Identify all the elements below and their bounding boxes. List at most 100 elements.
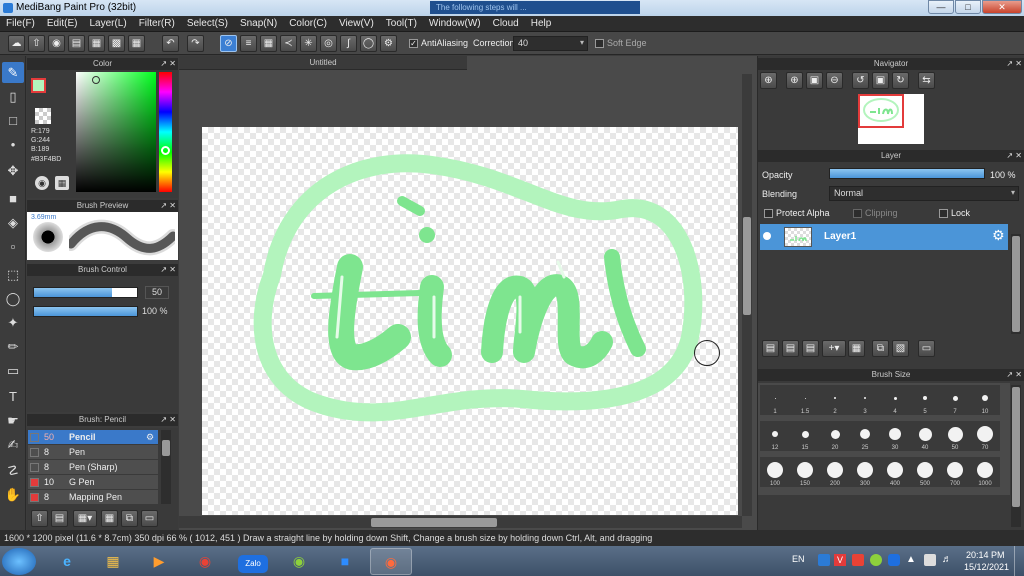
- new-folder-icon[interactable]: ▦: [848, 340, 865, 357]
- horizontal-scroll-thumb[interactable]: [371, 518, 497, 527]
- brush-size-cell[interactable]: 70: [970, 421, 1000, 451]
- tray-antivirus-icon[interactable]: [852, 554, 864, 566]
- vanishing-point-snap-icon[interactable]: ≺: [280, 35, 297, 52]
- brush-size-cell[interactable]: 300: [850, 457, 880, 487]
- brush-size-cell[interactable]: 200: [820, 457, 850, 487]
- brush-item-pen-sharp[interactable]: 8 Pen (Sharp): [28, 460, 158, 474]
- circle-snap-icon[interactable]: ◯: [360, 35, 377, 52]
- undo-icon[interactable]: ↶: [162, 35, 179, 52]
- hue-slider[interactable]: [159, 72, 172, 192]
- hue-slider-handle[interactable]: [161, 146, 170, 155]
- panel-close-icon[interactable]: ↗ ✕: [160, 414, 176, 426]
- clock-time[interactable]: 20:14 PM: [966, 550, 1005, 560]
- brush-delete-icon[interactable]: ▭: [141, 510, 158, 527]
- merge-layer-icon[interactable]: ▧: [892, 340, 909, 357]
- lock-checkbox[interactable]: [939, 209, 948, 218]
- brush-menu-icon[interactable]: ▦▾: [73, 510, 97, 527]
- eye-icon[interactable]: [763, 232, 771, 240]
- brush-size-slider[interactable]: [33, 287, 138, 298]
- concentric-snap-icon[interactable]: ◎: [320, 35, 337, 52]
- network-icon[interactable]: ▲: [906, 554, 918, 566]
- brush-item-pencil[interactable]: 50 Pencil ⚙: [28, 430, 158, 444]
- panel-close-icon[interactable]: ↗ ✕: [160, 200, 176, 212]
- fit-window-icon[interactable]: ▣: [806, 72, 823, 89]
- brush-size-cell[interactable]: 15: [790, 421, 820, 451]
- softedge-checkbox[interactable]: [595, 39, 604, 48]
- brush-size-cell[interactable]: 1000: [970, 457, 1000, 487]
- page-icon[interactable]: ▦: [88, 35, 105, 52]
- tray-greenshot-icon[interactable]: [870, 554, 882, 566]
- background-window-tab[interactable]: The following steps will ...: [430, 1, 640, 14]
- lasso-tool-icon[interactable]: ◯: [2, 288, 24, 309]
- new-brush-icon[interactable]: ▤: [51, 510, 68, 527]
- brush-item-mapping-pen[interactable]: 8 Mapping Pen: [28, 490, 158, 504]
- menu-view[interactable]: View(V): [333, 16, 380, 31]
- navigator-thumbnail[interactable]: [858, 94, 924, 144]
- layer-menu-icon[interactable]: +▾: [822, 340, 846, 357]
- brush-size-cell[interactable]: 25: [850, 421, 880, 451]
- grid-icon[interactable]: ▦: [128, 35, 145, 52]
- select-pen-tool-icon[interactable]: ✏: [2, 336, 24, 357]
- brush-folder-icon[interactable]: ▦: [101, 510, 118, 527]
- brush-size-cell[interactable]: 1: [760, 385, 790, 415]
- move-tool-icon[interactable]: ✥: [2, 160, 24, 181]
- dot-tool-icon[interactable]: •: [2, 134, 24, 155]
- parallel-snap-icon[interactable]: ≡: [240, 35, 257, 52]
- menu-filter[interactable]: Filter(R): [133, 16, 181, 31]
- hand-tool-icon[interactable]: ✋: [2, 484, 24, 505]
- blending-select[interactable]: Normal ▾: [829, 186, 1019, 201]
- bucket-tool-icon[interactable]: ◈: [2, 212, 24, 233]
- brush-size-cell[interactable]: 2: [820, 385, 850, 415]
- menu-color[interactable]: Color(C): [283, 16, 333, 31]
- flip-horizontal-icon[interactable]: ⇆: [918, 72, 935, 89]
- battery-icon[interactable]: [924, 554, 936, 566]
- layer-opacity-slider[interactable]: [829, 168, 985, 179]
- brush-copy-icon[interactable]: ⧉: [121, 510, 138, 527]
- gear-icon[interactable]: ⚙: [992, 227, 1005, 244]
- comment-icon[interactable]: ◉: [48, 35, 65, 52]
- layer-scroll-thumb[interactable]: [1012, 236, 1020, 332]
- brush-list-scrollbar[interactable]: [161, 430, 171, 504]
- antialiasing-checkbox[interactable]: ✓: [409, 39, 418, 48]
- minimize-button[interactable]: —: [928, 0, 954, 14]
- saturation-value-field[interactable]: [76, 72, 156, 192]
- brush-size-cell[interactable]: 12: [760, 421, 790, 451]
- brush-size-cell[interactable]: 3: [850, 385, 880, 415]
- file-explorer-icon[interactable]: ▦: [92, 548, 134, 575]
- redo-icon[interactable]: ↷: [187, 35, 204, 52]
- menu-window[interactable]: Window(W): [423, 16, 487, 31]
- text-tool-icon[interactable]: T: [2, 386, 24, 407]
- brush-size-cell[interactable]: 40: [910, 421, 940, 451]
- palette-icon[interactable]: ▦: [55, 176, 69, 190]
- canvas-vertical-scrollbar[interactable]: [742, 74, 752, 516]
- brush-size-cell[interactable]: 50: [940, 421, 970, 451]
- tray-zalo-icon[interactable]: [888, 554, 900, 566]
- maximize-button[interactable]: □: [955, 0, 981, 14]
- actual-size-icon[interactable]: ▣: [872, 72, 889, 89]
- rotate-left-icon[interactable]: ↺: [852, 72, 869, 89]
- brush-size-cell[interactable]: 100: [760, 457, 790, 487]
- upload-icon[interactable]: ⇧: [28, 35, 45, 52]
- duplicate-layer-icon[interactable]: ⧉: [872, 340, 889, 357]
- brush-size-cell[interactable]: 7: [940, 385, 970, 415]
- tray-app-icon[interactable]: [818, 554, 830, 566]
- greenshot-icon[interactable]: ◉: [278, 548, 320, 575]
- layer-row-layer1[interactable]: Layer1 ⚙: [760, 224, 1008, 250]
- eraser-tool-icon[interactable]: ▯: [2, 86, 24, 107]
- brush-size-cell[interactable]: 150: [790, 457, 820, 487]
- menu-tool[interactable]: Tool(T): [380, 16, 423, 31]
- chrome-icon[interactable]: ◉: [184, 548, 226, 575]
- select-tool-icon[interactable]: ⬚: [2, 264, 24, 285]
- trash-icon[interactable]: ▭: [918, 340, 935, 357]
- zoom-in-icon[interactable]: ⊕: [786, 72, 803, 89]
- zoom-minus-icon[interactable]: ⊖: [826, 72, 843, 89]
- internet-explorer-icon[interactable]: e: [46, 548, 88, 575]
- correction-select[interactable]: 40 ▾: [513, 36, 588, 51]
- brush-tool-icon[interactable]: ✎: [2, 62, 24, 83]
- brush-item-pen[interactable]: 8 Pen: [28, 445, 158, 459]
- menu-help[interactable]: Help: [525, 16, 558, 31]
- select-eraser-tool-icon[interactable]: ▭: [2, 360, 24, 381]
- close-button[interactable]: ✕: [982, 0, 1022, 14]
- gradient-tool-icon[interactable]: ▫: [2, 236, 24, 257]
- brush-size-cell[interactable]: 500: [910, 457, 940, 487]
